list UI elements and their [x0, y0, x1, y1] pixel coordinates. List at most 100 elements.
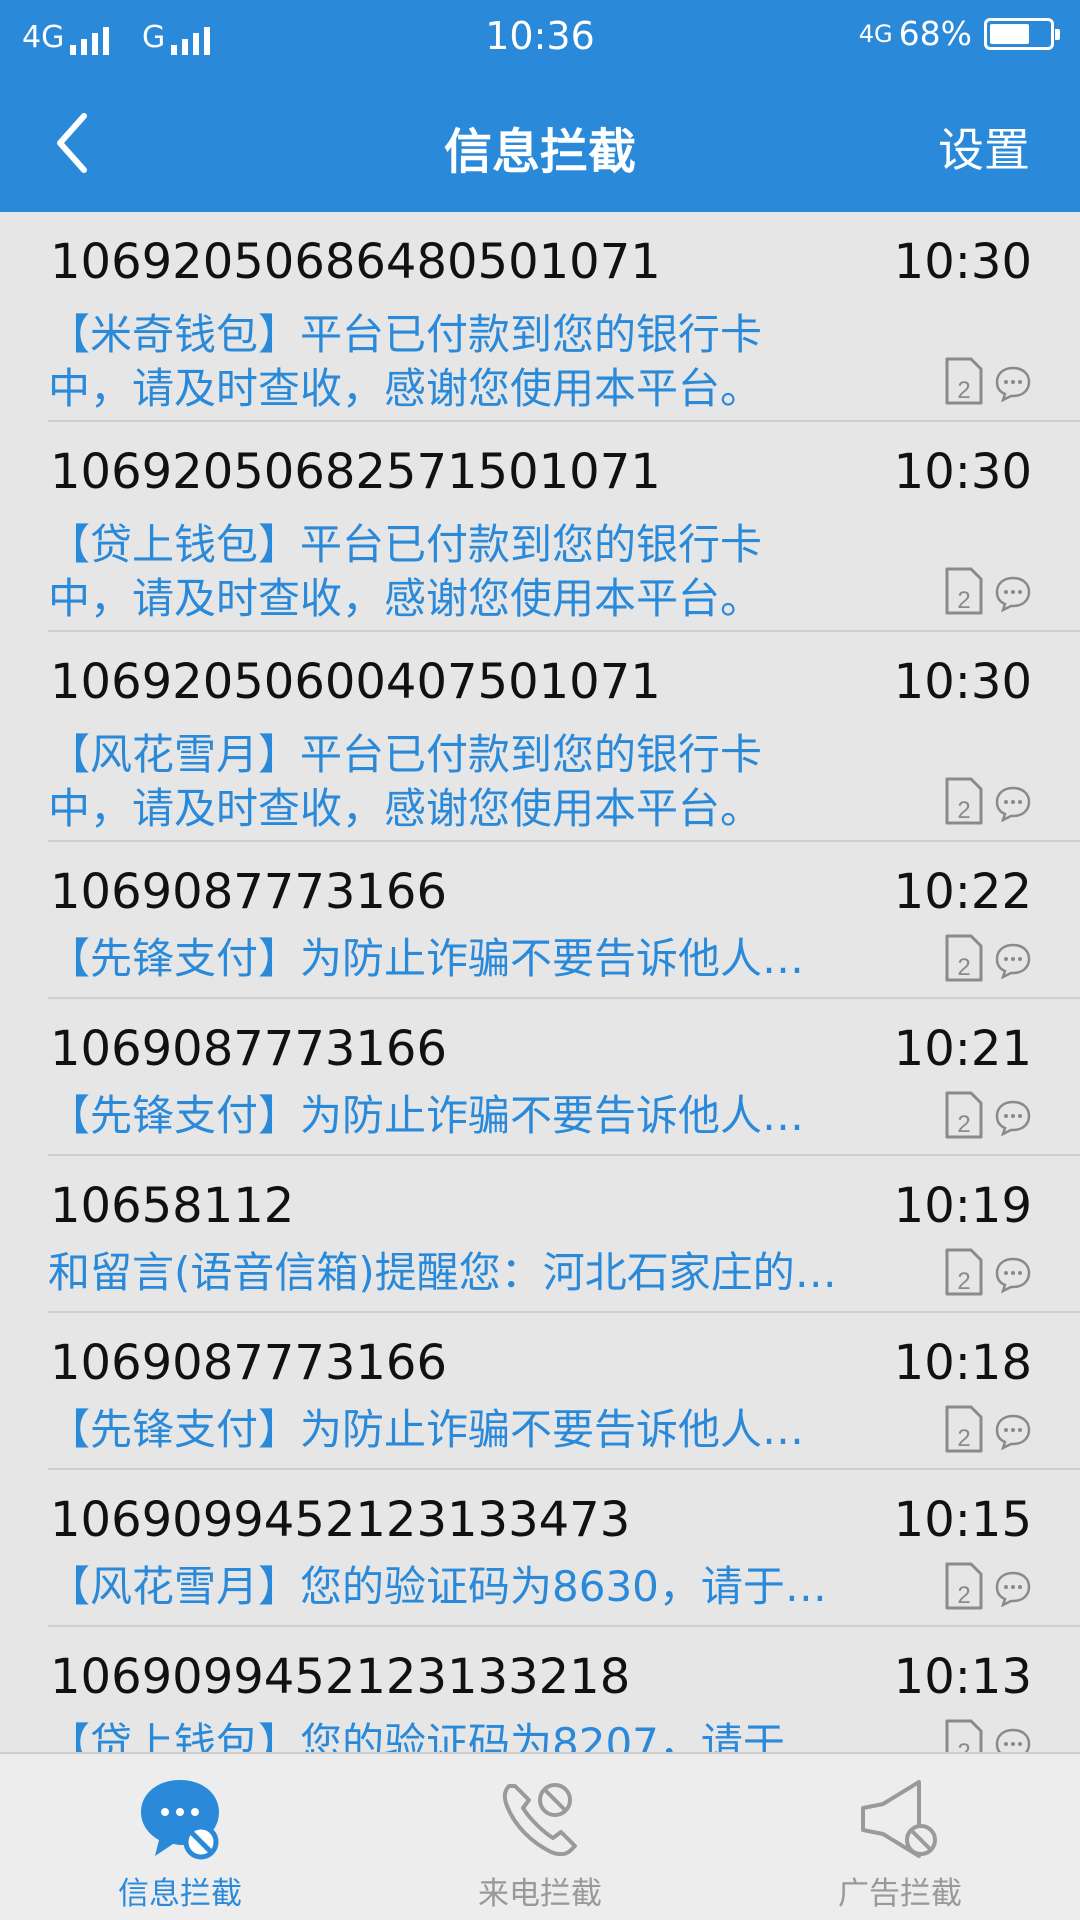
sim-card-icon: 2 — [945, 934, 983, 982]
message-preview: 【先锋支付】为防止诈骗不要告诉他人… — [48, 932, 888, 986]
tab-label: 信息拦截 — [118, 1876, 242, 1912]
settings-button[interactable]: 设置 — [938, 114, 1030, 180]
message-preview-line: 【先锋支付】为防止诈骗不要告诉他人… — [48, 1091, 805, 1140]
sender-number: 1069099452123133473 — [50, 1492, 631, 1548]
message-preview-line: 中，请及时查收，感谢您使用本平台。 — [48, 364, 763, 413]
row-icons: 2 — [944, 933, 1032, 983]
message-time: 10:18 — [893, 1335, 1032, 1391]
status-right: 4G 68% — [858, 14, 1060, 53]
sim-card-icon: 2 — [945, 777, 983, 825]
chat-bubble-icon — [995, 1257, 1031, 1293]
message-row[interactable]: 1069099452123133473 10:15 【风花雪月】您的验证码为86… — [48, 1470, 1080, 1627]
sender-number: 10658112 — [50, 1178, 295, 1234]
message-preview-line: 和留言(语音信箱)提醒您：河北石家庄的… — [48, 1248, 837, 1297]
message-time: 10:30 — [893, 234, 1032, 290]
message-preview-line: 【风花雪月】您的验证码为8630，请于… — [48, 1562, 827, 1611]
message-preview-line: 中，请及时查收，感谢您使用本平台。 — [48, 574, 763, 623]
row-icons: 2 — [944, 566, 1032, 616]
chat-bubble-icon — [995, 366, 1031, 402]
message-row[interactable]: 1069087773166 10:21 【先锋支付】为防止诈骗不要告诉他人… 2 — [48, 999, 1080, 1156]
message-time: 10:15 — [893, 1492, 1032, 1548]
sim-slot-number: 2 — [957, 1111, 970, 1138]
sim-slot-number: 2 — [957, 954, 970, 981]
sim-card-icon: 2 — [945, 1562, 983, 1610]
message-preview-line: 【风花雪月】平台已付款到您的银行卡 — [48, 730, 763, 779]
chat-bubble-icon — [995, 1100, 1031, 1136]
app-header: 信息拦截 设置 — [0, 78, 1080, 212]
page-title: 信息拦截 — [443, 124, 636, 180]
message-time: 10:30 — [893, 654, 1032, 710]
chat-bubble-icon — [995, 1571, 1031, 1607]
message-row[interactable]: 1069087773166 10:18 【先锋支付】为防止诈骗不要告诉他人… 2 — [48, 1313, 1080, 1470]
tab-call-block[interactable]: 来电拦截 — [360, 1754, 720, 1920]
message-preview: 【贷上钱包】平台已付款到您的银行卡 中，请及时查收，感谢您使用本平台。 — [48, 518, 888, 626]
sim-slot-number: 2 — [957, 1739, 970, 1752]
sender-number: 1069087773166 — [50, 1021, 448, 1077]
sender-number: 10692050682571501071 — [50, 444, 661, 500]
message-preview: 【米奇钱包】平台已付款到您的银行卡 中，请及时查收，感谢您使用本平台。 — [48, 308, 888, 416]
tab-label: 来电拦截 — [478, 1876, 602, 1912]
message-row[interactable]: 10692050686480501071 10:30 【米奇钱包】平台已付款到您… — [48, 212, 1080, 422]
bottom-tab-bar: 信息拦截 来电拦截 广告拦截 — [0, 1752, 1080, 1920]
sim-slot-number: 2 — [957, 587, 970, 614]
row-icons: 2 — [944, 1090, 1032, 1140]
sender-number: 1069087773166 — [50, 864, 448, 920]
message-preview-line: 【先锋支付】为防止诈骗不要告诉他人… — [48, 934, 805, 983]
network-label-3: 4G — [858, 19, 893, 48]
message-list: 10692050686480501071 10:30 【米奇钱包】平台已付款到您… — [0, 212, 1080, 1752]
message-preview: 和留言(语音信箱)提醒您：河北石家庄的… — [48, 1246, 888, 1300]
sim-card-icon: 2 — [945, 1405, 983, 1453]
sim-slot-number: 2 — [957, 1425, 970, 1452]
sim-card-icon: 2 — [945, 1719, 983, 1752]
message-time: 10:13 — [893, 1649, 1032, 1705]
sim-card-icon: 2 — [945, 1091, 983, 1139]
message-time: 10:30 — [893, 444, 1032, 500]
message-time: 10:19 — [893, 1178, 1032, 1234]
message-row[interactable]: 1069099452123133218 10:13 【贷上钱包】您的验证码为82… — [48, 1627, 1080, 1752]
sim-card-icon: 2 — [945, 567, 983, 615]
row-icons: 2 — [944, 1561, 1032, 1611]
message-preview-line: 【米奇钱包】平台已付款到您的银行卡 — [48, 310, 763, 359]
row-icons: 2 — [944, 1718, 1032, 1752]
battery-icon — [984, 17, 1060, 50]
message-row[interactable]: 10692050600407501071 10:30 【风花雪月】平台已付款到您… — [48, 632, 1080, 842]
tab-message-block[interactable]: 信息拦截 — [0, 1754, 360, 1920]
speaker-block-icon — [861, 1780, 937, 1858]
chat-bubble-icon — [995, 786, 1031, 822]
tab-ad-block[interactable]: 广告拦截 — [720, 1754, 1080, 1920]
message-row[interactable]: 10692050682571501071 10:30 【贷上钱包】平台已付款到您… — [48, 422, 1080, 632]
message-preview: 【风花雪月】平台已付款到您的银行卡 中，请及时查收，感谢您使用本平台。 — [48, 728, 888, 836]
message-row[interactable]: 1069087773166 10:22 【先锋支付】为防止诈骗不要告诉他人… 2 — [48, 842, 1080, 999]
row-icons: 2 — [944, 1247, 1032, 1297]
chat-bubble-icon — [995, 943, 1031, 979]
message-preview: 【风花雪月】您的验证码为8630，请于… — [48, 1560, 888, 1614]
row-icons: 2 — [944, 776, 1032, 826]
row-icons: 2 — [944, 1404, 1032, 1454]
sender-number: 10692050686480501071 — [50, 234, 661, 290]
sim-slot-number: 2 — [957, 1582, 970, 1609]
message-time: 10:21 — [893, 1021, 1032, 1077]
message-preview-line: 【贷上钱包】您的验证码为8207，请于… — [48, 1719, 827, 1752]
sim-slot-number: 2 — [957, 1268, 970, 1295]
message-preview: 【先锋支付】为防止诈骗不要告诉他人… — [48, 1403, 888, 1457]
chat-bubble-icon — [995, 576, 1031, 612]
sender-number: 10692050600407501071 — [50, 654, 661, 710]
sim-card-icon: 2 — [945, 357, 983, 405]
message-preview-line: 【贷上钱包】平台已付款到您的银行卡 — [48, 520, 763, 569]
message-row[interactable]: 10658112 10:19 和留言(语音信箱)提醒您：河北石家庄的… 2 — [48, 1156, 1080, 1313]
message-preview: 【贷上钱包】您的验证码为8207，请于… — [48, 1717, 888, 1752]
top-bar: 4G G 10:36 4G 68% 信息拦截 设置 — [0, 0, 1080, 212]
chat-bubble-icon — [995, 1728, 1031, 1752]
sim-slot-number: 2 — [957, 797, 970, 824]
chat-bubble-icon — [995, 1414, 1031, 1450]
status-bar: 4G G 10:36 4G 68% — [0, 0, 1080, 78]
sender-number: 1069087773166 — [50, 1335, 448, 1391]
battery-percent: 68% — [898, 14, 972, 53]
sender-number: 1069099452123133218 — [50, 1649, 631, 1705]
row-icons: 2 — [944, 356, 1032, 406]
message-time: 10:22 — [893, 864, 1032, 920]
sim-slot-number: 2 — [957, 377, 970, 404]
message-preview-line: 【先锋支付】为防止诈骗不要告诉他人… — [48, 1405, 805, 1454]
phone-block-icon — [502, 1783, 577, 1857]
sim-card-icon: 2 — [945, 1248, 983, 1296]
